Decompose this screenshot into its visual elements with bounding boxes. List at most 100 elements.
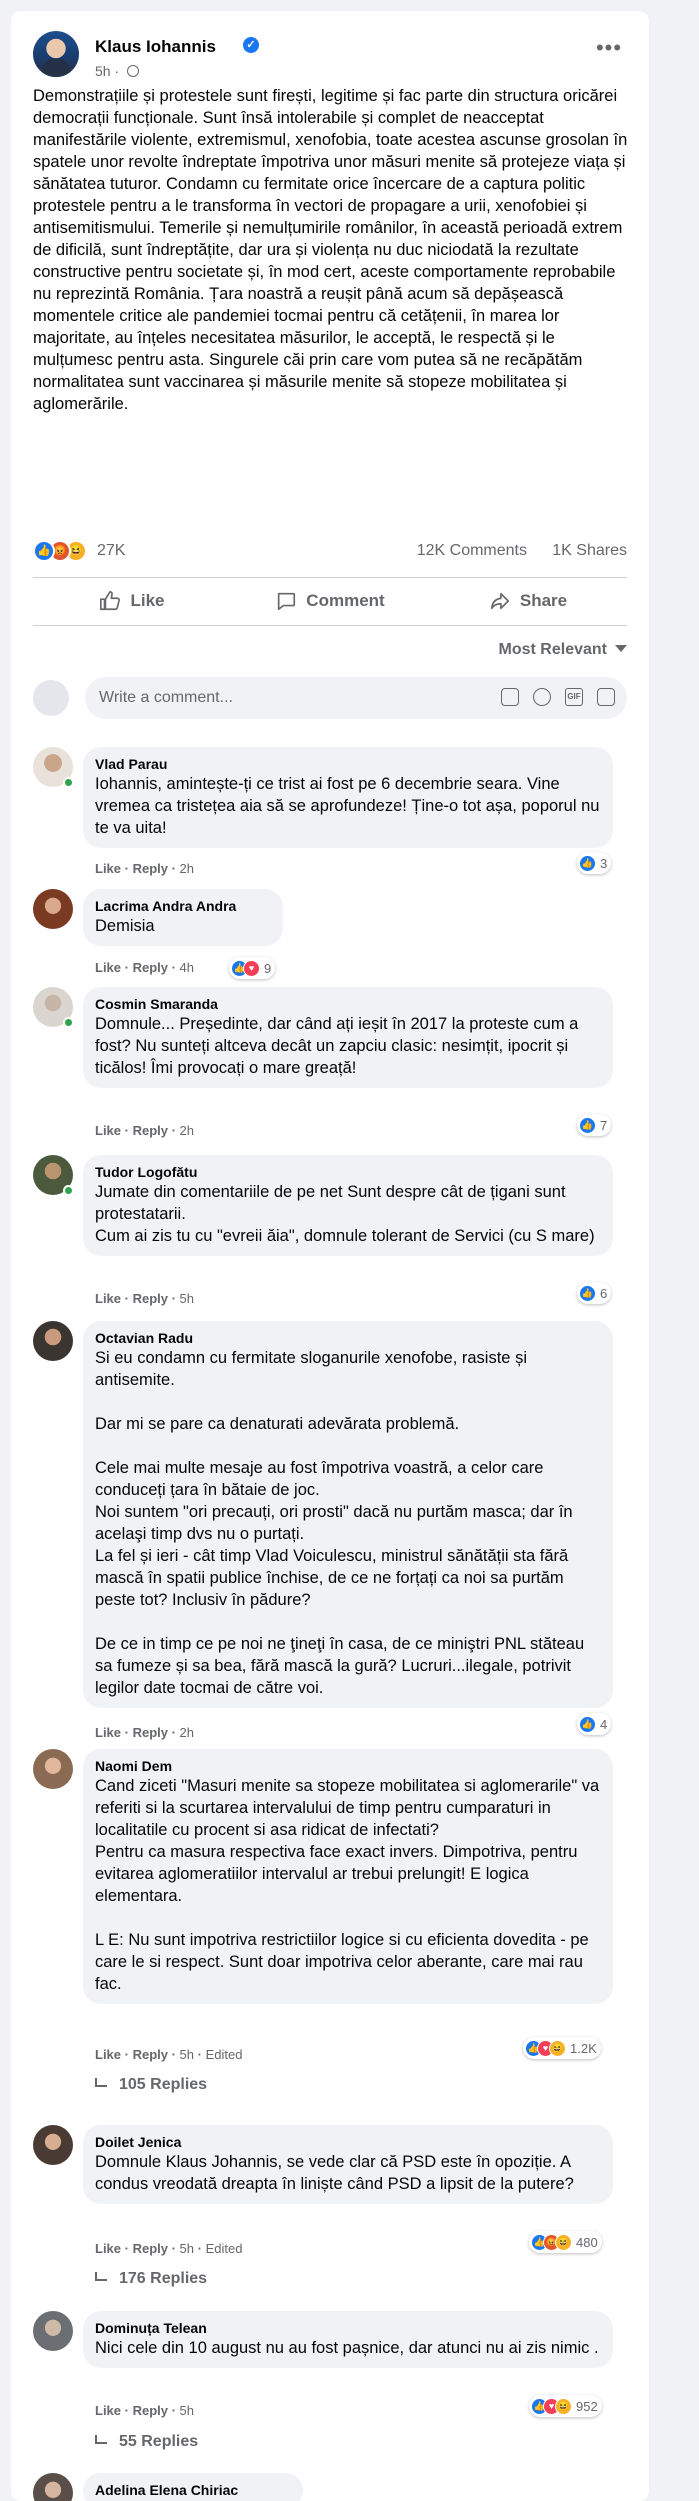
comment: Cosmin Smaranda Domnule... Președinte, d… <box>33 987 633 1138</box>
view-replies-link[interactable]: 105 Replies <box>95 2076 207 2094</box>
commenter-name[interactable]: Octavian Radu <box>95 1329 601 1347</box>
reaction-count: 4 <box>600 1716 608 1732</box>
comment-reactions[interactable]: 👍 7 <box>577 1114 612 1136</box>
comment-actions: Like · Reply · 2h <box>95 1725 195 1740</box>
comment-count[interactable]: 12K Comments <box>417 542 527 560</box>
commenter-name[interactable]: Doilet Jenica <box>95 2133 601 2151</box>
commenter-name[interactable]: Lacrima Andra Andra <box>95 897 271 915</box>
reply-arrow-icon <box>95 2272 107 2281</box>
online-status-icon <box>63 1185 74 1196</box>
share-label: Share <box>519 591 568 610</box>
comment-time[interactable]: 5h <box>180 1291 194 1306</box>
comment-reply-button[interactable]: Reply <box>133 2403 168 2418</box>
commenter-name[interactable]: Vlad Parau <box>95 755 601 773</box>
current-user-avatar <box>33 680 69 716</box>
commenter-name[interactable]: Cosmin Smaranda <box>95 995 601 1013</box>
commenter-avatar[interactable] <box>33 1749 73 1789</box>
comment-like-button[interactable]: Like <box>95 2241 121 2256</box>
comment-button[interactable]: Comment <box>231 579 429 623</box>
reply-arrow-icon <box>95 2078 107 2087</box>
author-avatar[interactable] <box>33 31 79 77</box>
reaction-count[interactable]: 27K <box>97 542 125 560</box>
comment-reactions[interactable]: 👍 4 <box>577 1713 612 1735</box>
commenter-name[interactable]: Adelina Elena Chiriac <box>95 2481 291 2499</box>
comment-time[interactable]: 5h <box>180 2403 194 2418</box>
comment-text: Domnule Klaus Johannis, se vede clar că … <box>95 2153 574 2193</box>
comment-time[interactable]: 2h <box>180 1725 194 1740</box>
like-button[interactable]: Like <box>33 579 231 623</box>
divider <box>33 625 627 626</box>
commenter-name[interactable]: Dominuța Telean <box>95 2319 601 2337</box>
sticker-icon[interactable] <box>597 688 615 706</box>
comment-text: Si eu condamn cu fermitate sloganurile x… <box>95 1349 585 1697</box>
verified-badge-icon: ✓ <box>243 37 259 53</box>
comment-reply-button[interactable]: Reply <box>133 1725 168 1740</box>
comment-composer: GIF <box>33 677 627 719</box>
comment-reactions[interactable]: 👍 6 <box>577 1282 612 1304</box>
comment-reply-button[interactable]: Reply <box>133 960 168 975</box>
like-reaction-icon: 👍 <box>579 1715 596 1733</box>
commenter-avatar[interactable] <box>33 2311 73 2351</box>
comment: Octavian Radu Si eu condamn cu fermitate… <box>33 1321 633 1751</box>
comment-reply-button[interactable]: Reply <box>133 2047 168 2062</box>
share-button[interactable]: Share <box>429 579 627 623</box>
comment-bubble: Naomi Dem Cand ziceti "Masuri menite sa … <box>83 1749 613 2004</box>
thumbs-up-icon <box>100 591 121 611</box>
divider <box>33 577 627 578</box>
comment-reactions[interactable]: 👍 😡 😆 480 <box>529 2231 602 2253</box>
comment-sort-dropdown[interactable]: Most Relevant <box>499 641 627 659</box>
share-count[interactable]: 1K Shares <box>552 542 627 560</box>
view-replies-link[interactable]: 176 Replies <box>95 2270 207 2288</box>
comment-reply-button[interactable]: Reply <box>133 2241 168 2256</box>
online-status-icon <box>63 777 74 788</box>
commenter-avatar[interactable] <box>33 1321 73 1361</box>
reaction-count: 952 <box>576 2398 598 2414</box>
comment-time[interactable]: 2h <box>180 861 194 876</box>
comment-bubble: Tudor Logofătu Jumate din comentariile d… <box>83 1155 613 1256</box>
comment: Dominuța Telean Nici cele din 10 august … <box>33 2311 633 2461</box>
comment-reactions[interactable]: 👍 ♥ 😆 952 <box>529 2395 602 2417</box>
online-status-icon <box>63 1017 74 1028</box>
more-options-button[interactable]: ••• <box>591 37 627 67</box>
emoji-icon[interactable] <box>533 688 551 706</box>
comment-like-button[interactable]: Like <box>95 1725 121 1740</box>
commenter-avatar[interactable] <box>33 889 73 929</box>
comment-text: Demisia <box>95 917 155 935</box>
comment: Doilet Jenica Domnule Klaus Johannis, se… <box>33 2125 633 2303</box>
commenter-name[interactable]: Naomi Dem <box>95 1757 601 1775</box>
comment-like-button[interactable]: Like <box>95 1291 121 1306</box>
comment-time[interactable]: 4h <box>180 960 194 975</box>
gif-icon[interactable]: GIF <box>565 688 583 706</box>
comment-reply-button[interactable]: Reply <box>133 861 168 876</box>
commenter-avatar[interactable] <box>33 2125 73 2165</box>
comment-like-button[interactable]: Like <box>95 2403 121 2418</box>
comment-like-button[interactable]: Like <box>95 2047 121 2062</box>
share-arrow-icon <box>490 592 509 610</box>
commenter-name[interactable]: Tudor Logofătu <box>95 1163 601 1181</box>
reaction-count: 6 <box>600 1285 608 1301</box>
comment-actions: Like · Reply · 5h <box>95 2403 195 2418</box>
comment-time[interactable]: 5h <box>180 2241 194 2256</box>
post-time[interactable]: 5h <box>95 63 111 79</box>
comment-reply-button[interactable]: Reply <box>133 1291 168 1306</box>
comment-reactions[interactable]: 👍 ♥ 😆 1.2K <box>523 2037 601 2059</box>
reaction-count: 7 <box>600 1117 608 1133</box>
comment-time[interactable]: 2h <box>180 1123 194 1138</box>
comment-reactions[interactable]: 👍 3 <box>577 852 612 874</box>
comment-like-button[interactable]: Like <box>95 1123 121 1138</box>
haha-reaction-icon: 😆 <box>555 2397 572 2415</box>
composer-tools: GIF <box>501 688 615 708</box>
comment-bubble: Adelina Elena Chiriac <box>83 2473 303 2501</box>
comment-reactions[interactable]: 👍 ♥ 9 <box>229 957 276 979</box>
globe-icon <box>127 65 140 77</box>
comment-reply-button[interactable]: Reply <box>133 1123 168 1138</box>
commenter-avatar[interactable] <box>33 2473 73 2501</box>
post-author-name[interactable]: Klaus Iohannis <box>95 37 216 57</box>
comment-time[interactable]: 5h <box>180 2047 194 2062</box>
comment-like-button[interactable]: Like <box>95 960 121 975</box>
love-reaction-icon: ♥ <box>243 959 260 977</box>
comment-actions: Like · Reply · 5h · Edited <box>95 2241 243 2256</box>
view-replies-link[interactable]: 55 Replies <box>95 2433 198 2451</box>
comment-like-button[interactable]: Like <box>95 861 121 876</box>
avatar-sticker-icon[interactable] <box>501 688 519 706</box>
